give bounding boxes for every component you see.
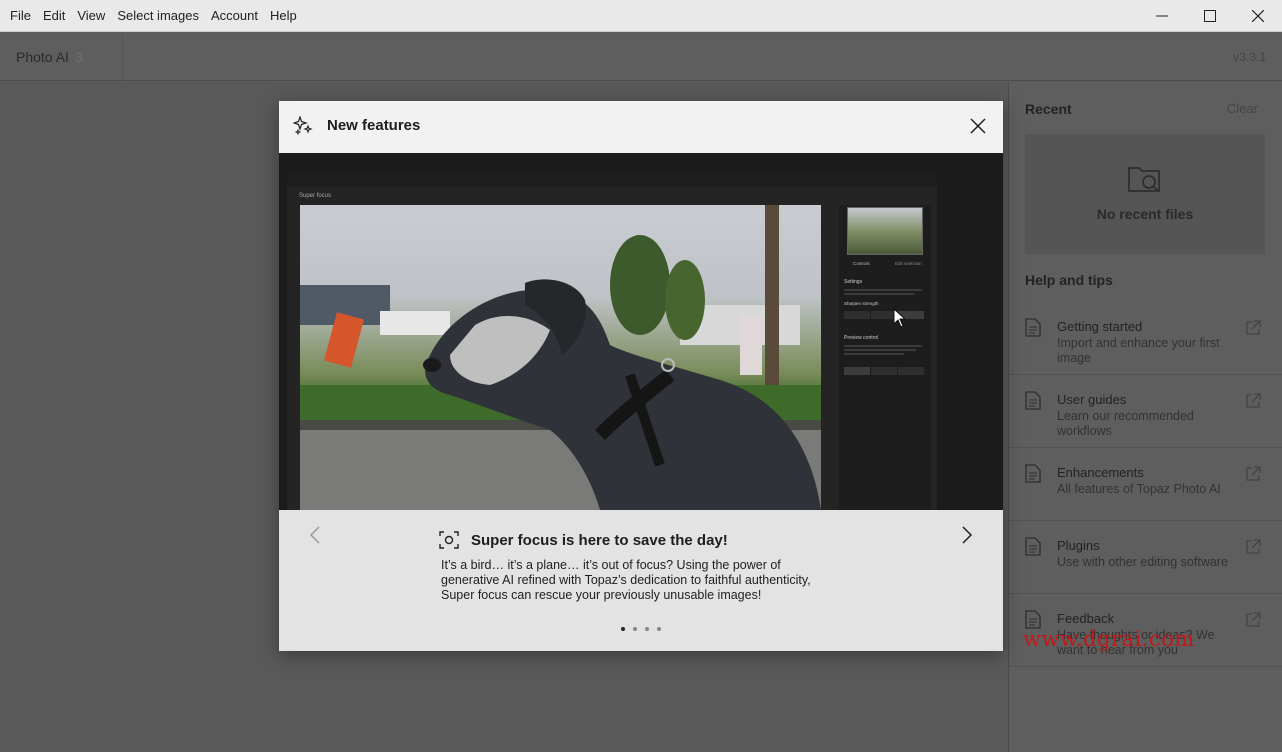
feature-preview-image: Super focus Controls Edit selection Sett… <box>279 153 1003 510</box>
preview-size-small <box>844 367 870 375</box>
preview-control-label: Preview control <box>844 335 879 341</box>
focus-icon <box>439 531 459 554</box>
right-panel: Recent Clear No recent files Help and ti… <box>1008 82 1282 752</box>
preview-strength-low <box>844 311 870 319</box>
no-recent-files-text: No recent files <box>1096 206 1194 222</box>
dog-photo <box>300 205 821 510</box>
preview-screenshot: Super focus Controls Edit selection Sett… <box>287 171 937 510</box>
preview-tabs: Controls Edit selection <box>839 259 931 268</box>
preview-text-line <box>844 289 922 291</box>
window-controls <box>1138 0 1282 32</box>
help-title: Help and tips <box>1025 272 1113 288</box>
help-item-getting-started[interactable]: Getting started Import and enhance your … <box>1009 302 1282 375</box>
slide-dot[interactable] <box>645 627 649 631</box>
watermark: www.dgrai.com <box>1023 627 1195 651</box>
app-badge: 3 <box>74 49 83 65</box>
preview-tab-controls: Controls <box>853 261 870 266</box>
help-item-desc: Use with other editing software <box>1057 555 1228 569</box>
preview-text-line <box>844 293 914 295</box>
app-title: Photo AI 3 <box>16 33 83 81</box>
close-icon[interactable] <box>1234 0 1282 32</box>
new-features-dialog: New features Super focus Controls Edit s… <box>279 101 1003 651</box>
preview-text-line <box>844 345 922 347</box>
feature-description: It’s a bird… it’s a plane… it’s out of f… <box>441 558 811 602</box>
external-link-icon[interactable] <box>1245 612 1261 633</box>
document-icon <box>1025 391 1041 415</box>
help-item-title: Feedback <box>1057 611 1115 626</box>
preview-side-panel: Controls Edit selection Settings Sharpen… <box>839 205 931 510</box>
help-item-title: Getting started <box>1057 319 1143 334</box>
preview-thumbnail <box>847 207 923 255</box>
dialog-header: New features <box>279 101 1003 153</box>
menu-view[interactable]: View <box>71 0 111 32</box>
app-header: Photo AI 3 v3.3.1 <box>0 33 1282 81</box>
slide-indicator <box>621 627 661 631</box>
sparkle-icon <box>292 115 313 141</box>
preview-caption: Super focus <box>299 193 332 199</box>
help-list: Getting started Import and enhance your … <box>1009 302 1282 667</box>
document-icon <box>1025 537 1041 561</box>
preview-tab-edit-selection: Edit selection <box>895 261 922 266</box>
menu-help[interactable]: Help <box>264 0 303 32</box>
menu-select-images[interactable]: Select images <box>111 0 205 32</box>
preview-text-line <box>844 349 916 351</box>
help-item-user-guides[interactable]: User guides Learn our recommended workfl… <box>1009 375 1282 448</box>
external-link-icon[interactable] <box>1245 539 1261 560</box>
menu-edit[interactable]: Edit <box>37 0 71 32</box>
menu-file[interactable]: File <box>0 0 37 32</box>
version-label: v3.3.1 <box>1233 50 1266 64</box>
help-item-enhancements[interactable]: Enhancements All features of Topaz Photo… <box>1009 448 1282 521</box>
preview-strength-label: Sharpen strength <box>844 301 879 306</box>
help-item-desc: Import and enhance your first image <box>1057 336 1220 365</box>
close-icon[interactable] <box>967 115 989 137</box>
maximize-icon[interactable] <box>1186 0 1234 32</box>
help-item-title: User guides <box>1057 392 1127 407</box>
preview-toolbar <box>287 171 937 187</box>
preview-size-large <box>898 367 924 375</box>
previous-slide-button[interactable] <box>309 525 321 550</box>
help-item-desc: All features of Topaz Photo AI <box>1057 482 1221 496</box>
feature-title: Super focus is here to save the day! <box>471 532 728 549</box>
app-name: Photo AI <box>16 49 69 65</box>
header-divider <box>122 33 123 81</box>
recent-files-box: No recent files <box>1025 134 1265 254</box>
document-icon <box>1025 464 1041 488</box>
external-link-icon[interactable] <box>1245 393 1261 414</box>
dialog-title: New features <box>327 117 421 134</box>
help-item-title: Plugins <box>1057 538 1100 553</box>
preview-size-medium <box>871 367 897 375</box>
external-link-icon[interactable] <box>1245 466 1261 487</box>
slide-dot[interactable] <box>621 627 625 631</box>
next-slide-button[interactable] <box>961 525 973 550</box>
menu-account[interactable]: Account <box>205 0 264 32</box>
document-icon <box>1025 318 1041 342</box>
help-item-title: Enhancements <box>1057 465 1144 480</box>
clear-recent-button[interactable]: Clear <box>1227 101 1258 116</box>
help-item-plugins[interactable]: Plugins Use with other editing software <box>1009 521 1282 594</box>
slide-dot[interactable] <box>633 627 637 631</box>
preview-settings-label: Settings <box>844 279 863 285</box>
menu-bar: File Edit View Select images Account Hel… <box>0 0 1282 32</box>
recent-title: Recent <box>1025 101 1072 117</box>
slide-dot[interactable] <box>657 627 661 631</box>
minimize-icon[interactable] <box>1138 0 1186 32</box>
cursor-icon <box>893 307 907 333</box>
external-link-icon[interactable] <box>1245 320 1261 341</box>
folder-search-icon <box>1127 162 1163 201</box>
help-item-desc: Learn our recommended workflows <box>1057 409 1194 438</box>
preview-text-line <box>844 353 904 355</box>
